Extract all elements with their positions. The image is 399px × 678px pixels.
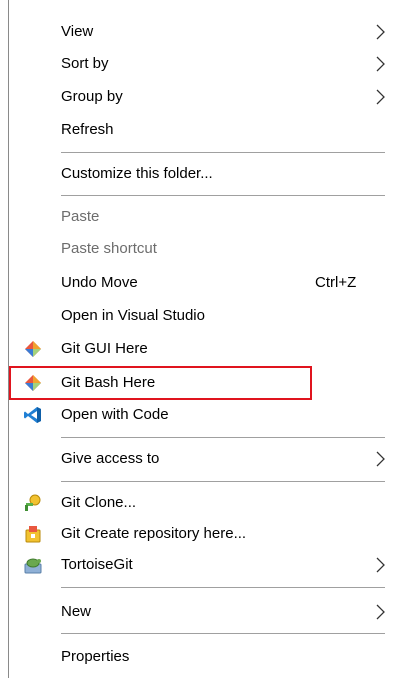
menu-separator <box>61 152 385 153</box>
menu-item-label: Paste <box>61 208 100 225</box>
menu-item-label: Open in Visual Studio <box>61 307 205 324</box>
menu-item-label: Undo Move <box>61 274 138 291</box>
menu-item-label: Sort by <box>61 55 109 72</box>
highlight-box <box>9 366 312 400</box>
menu-item-sort-by[interactable]: Sort by <box>9 50 399 78</box>
menu-item-label: Git Clone... <box>61 494 137 511</box>
git-gui-icon <box>25 341 41 357</box>
menu-item-git-clone[interactable]: Git Clone... <box>9 489 399 517</box>
chevron-right-icon <box>376 604 385 620</box>
menu-item-label: Customize this folder... <box>61 165 213 182</box>
menu-item-label: Paste shortcut <box>61 240 157 257</box>
menu-item-label: Group by <box>61 88 123 105</box>
keyboard-shortcut: Ctrl+Z <box>315 274 357 291</box>
menu-item-open-with-code[interactable]: Open with Code <box>9 401 399 429</box>
menu-item-paste-shortcut[interactable]: Paste shortcut <box>9 235 399 263</box>
menu-item-label: TortoiseGit <box>61 556 133 573</box>
menu-item-label: New <box>61 603 92 620</box>
chevron-right-icon <box>376 24 385 40</box>
menu-separator <box>61 195 385 196</box>
menu-item-label: View <box>61 23 94 40</box>
chevron-right-icon <box>376 557 385 573</box>
menu-item-give-access-to[interactable]: Give access to <box>9 445 399 473</box>
menu-separator <box>61 481 385 482</box>
menu-item-new[interactable]: New <box>9 598 399 626</box>
menu-item-undo-move[interactable]: Undo Move Ctrl+Z <box>9 269 399 297</box>
menu-item-tortoisegit[interactable]: TortoiseGit <box>9 551 399 579</box>
menu-item-view[interactable]: View <box>9 18 399 46</box>
menu-item-label: Git Create repository here... <box>61 525 247 542</box>
tortoisegit-icon <box>24 558 42 574</box>
menu-item-paste[interactable]: Paste <box>9 203 399 231</box>
menu-item-git-create-repository[interactable]: Git Create repository here... <box>9 520 399 548</box>
menu-item-label: Properties <box>61 648 130 665</box>
chevron-right-icon <box>376 56 385 72</box>
menu-item-customize-folder[interactable]: Customize this folder... <box>9 160 399 188</box>
git-create-repo-icon <box>25 526 41 543</box>
menu-item-refresh[interactable]: Refresh <box>9 116 399 144</box>
context-menu: View Sort by Group by Refresh Customize … <box>9 0 399 678</box>
menu-separator <box>61 587 385 588</box>
menu-item-group-by[interactable]: Group by <box>9 83 399 111</box>
menu-item-label: Give access to <box>61 450 160 467</box>
menu-item-label: Refresh <box>61 121 114 138</box>
git-clone-icon <box>25 494 41 511</box>
screenshot-root: View Sort by Group by Refresh Customize … <box>0 0 399 678</box>
menu-item-label: Git GUI Here <box>61 340 148 357</box>
menu-item-git-gui-here[interactable]: Git GUI Here <box>9 335 399 363</box>
menu-item-properties[interactable]: Properties <box>9 643 399 671</box>
chevron-right-icon <box>376 89 385 105</box>
menu-item-open-visual-studio[interactable]: Open in Visual Studio <box>9 302 399 330</box>
menu-item-label: Open with Code <box>61 406 169 423</box>
menu-separator <box>61 633 385 634</box>
chevron-right-icon <box>376 451 385 467</box>
menu-separator <box>61 437 385 438</box>
vscode-icon <box>24 407 41 423</box>
